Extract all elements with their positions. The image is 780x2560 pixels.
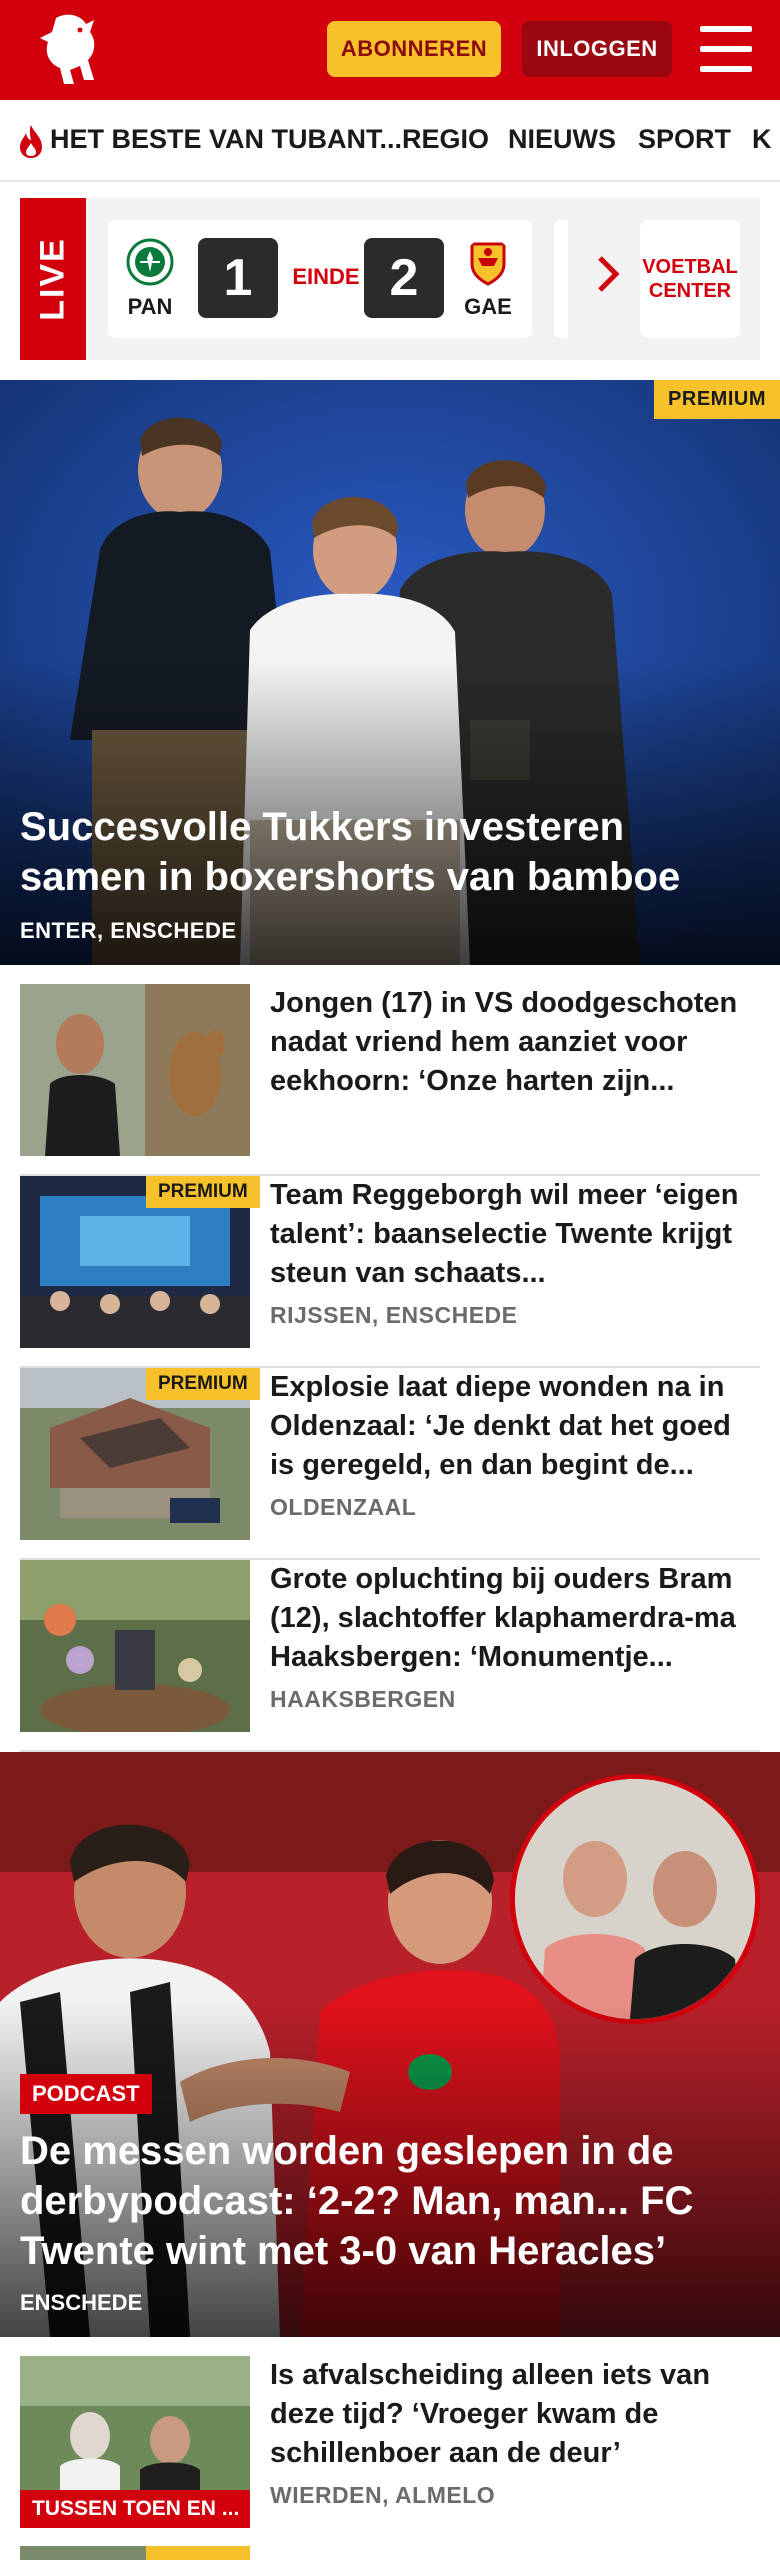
menu-icon[interactable] xyxy=(700,26,752,72)
article-title[interactable]: Is afvalscheiding alleen iets van deze t… xyxy=(270,2356,760,2473)
top-bar: ABONNEREN INLOGGEN xyxy=(0,0,780,100)
match-card[interactable]: PAN 1 EINDE 2 GAE xyxy=(108,220,532,338)
panathinaikos-crest-icon xyxy=(126,238,174,286)
nav-item-next[interactable]: K xyxy=(752,124,772,155)
tubantia-horse-logo[interactable] xyxy=(36,10,108,90)
next-article-thumbnail-peek[interactable] xyxy=(20,2546,250,2560)
article-title[interactable]: Team Reggeborgh wil meer ‘eigen talent’:… xyxy=(270,1176,760,1293)
chevron-right-icon[interactable] xyxy=(594,254,622,294)
podcast-hosts-avatar xyxy=(510,1774,760,2024)
premium-badge: PREMIUM xyxy=(654,380,780,419)
article-title[interactable]: Grote opluchting bij ouders Bram (12), s… xyxy=(270,1560,760,1677)
podcast-feature-article[interactable]: PODCAST De messen worden geslepen in de … xyxy=(0,1752,780,2337)
next-match-card-peek[interactable] xyxy=(554,220,568,338)
live-label: LIVE xyxy=(20,198,86,360)
list-item[interactable]: PREMIUM Team Reggeborgh wil meer ‘eigen … xyxy=(20,1176,760,1368)
list-item[interactable]: TUSSEN TOEN EN ... Is afvalscheiding all… xyxy=(20,2356,760,2540)
article-location: HAAKSBERGEN xyxy=(270,1686,456,1712)
series-badge: TUSSEN TOEN EN ... xyxy=(20,2490,250,2528)
nav-item-best-of-tubantia[interactable]: HET BESTE VAN TUBANT... xyxy=(50,124,402,155)
article-thumbnail: TUSSEN TOEN EN ... xyxy=(20,2356,250,2528)
hero-location: ENTER, ENSCHEDE xyxy=(20,918,237,943)
premium-badge: PREMIUM xyxy=(146,1368,260,1400)
flame-icon xyxy=(20,125,42,158)
go-ahead-eagles-crest-icon xyxy=(470,242,506,286)
article-location: RIJSSEN, ENSCHEDE xyxy=(270,1302,518,1328)
podcast-location: ENSCHEDE xyxy=(20,2290,143,2315)
list-item[interactable]: Jongen (17) in VS doodgeschoten nadat vr… xyxy=(20,984,760,1176)
article-location: OLDENZAAL xyxy=(270,1494,417,1520)
voetbal-center-link[interactable]: VOETBAL CENTER xyxy=(640,220,740,338)
list-item[interactable]: PREMIUM Explosie laat diepe wonden na in… xyxy=(20,1368,760,1560)
article-title[interactable]: Jongen (17) in VS doodgeschoten nadat vr… xyxy=(270,984,760,1101)
nav-item-nieuws[interactable]: NIEUWS xyxy=(508,124,616,155)
home-team: PAN xyxy=(120,238,180,320)
login-button[interactable]: INLOGGEN xyxy=(522,21,672,77)
hero-title[interactable]: Succesvolle Tukkers investeren samen in … xyxy=(20,802,760,902)
live-scores-strip: LIVE PAN 1 EINDE 2 GAE VOETBAL CENTER xyxy=(20,198,760,360)
away-score: 2 xyxy=(364,238,444,318)
article-title[interactable]: Explosie laat diepe wonden na in Oldenza… xyxy=(270,1368,760,1485)
article-thumbnail xyxy=(20,984,250,1156)
podcast-title[interactable]: De messen worden geslepen in de derbypod… xyxy=(20,2126,760,2276)
match-status: EINDE xyxy=(292,264,360,289)
nav-item-sport[interactable]: SPORT xyxy=(638,124,731,155)
home-score: 1 xyxy=(198,238,278,318)
premium-badge xyxy=(146,2546,250,2560)
away-team: GAE xyxy=(458,238,518,320)
podcast-badge: PODCAST xyxy=(20,2074,152,2114)
section-nav: HET BESTE VAN TUBANT... REGIO NIEUWS SPO… xyxy=(0,100,780,182)
subscribe-button[interactable]: ABONNEREN xyxy=(327,21,501,77)
list-item[interactable]: Grote opluchting bij ouders Bram (12), s… xyxy=(20,1560,760,1752)
hero-article[interactable]: PREMIUM Succesvolle Tukkers investeren s… xyxy=(0,380,780,965)
premium-badge: PREMIUM xyxy=(146,1176,260,1208)
nav-item-regio[interactable]: REGIO xyxy=(402,124,489,155)
article-thumbnail xyxy=(20,1560,250,1732)
article-location: WIERDEN, ALMELO xyxy=(270,2482,496,2508)
